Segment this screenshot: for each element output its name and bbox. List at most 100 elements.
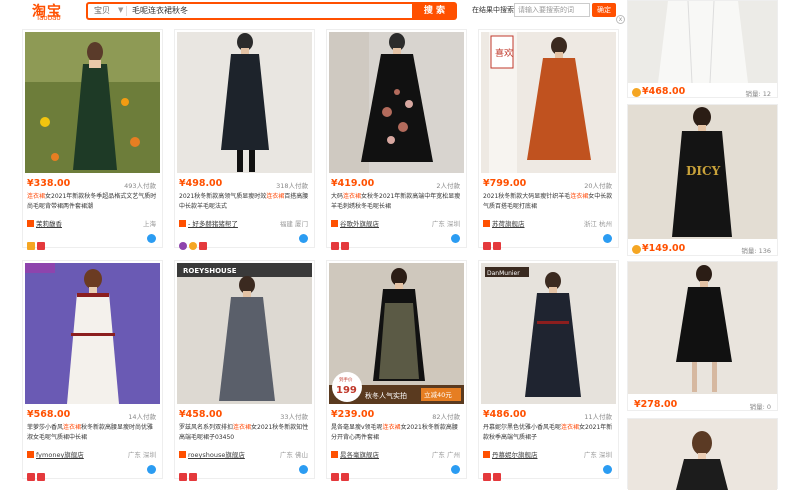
shop-link[interactable]: 茉莉馥香 bbox=[27, 218, 62, 228]
product-card[interactable]: ¥419.00 2人付款 大码连衣裙女秋冬2021年新款高端中年宽松显瘦羊毛刺绣… bbox=[326, 29, 467, 250]
recommend-card[interactable]: ¥468.00 销量: 12 bbox=[627, 0, 778, 98]
confirm-button[interactable]: 确定 bbox=[592, 3, 616, 17]
wangwang-chat-icon[interactable] bbox=[603, 234, 612, 243]
title-text[interactable]: 罗兹风名系列双排扣 bbox=[179, 424, 233, 431]
shop-name[interactable]: 苏荷旗舰店 bbox=[492, 220, 525, 228]
shop-link[interactable]: fymoney旗舰店 bbox=[27, 449, 84, 459]
chevron-down-icon[interactable]: ▼ bbox=[118, 6, 123, 14]
product-image[interactable] bbox=[628, 1, 777, 83]
product-card[interactable]: 喜欢 ¥799.00 20人付款 2021秋冬新款大码显瘦针织羊毛连衣裙女中长款… bbox=[478, 29, 619, 250]
shop-icon bbox=[331, 220, 338, 227]
wangwang-chat-icon[interactable] bbox=[603, 465, 612, 474]
shop-link[interactable]: roeyshouse旗舰店 bbox=[179, 449, 245, 459]
shop-link[interactable]: 晁各毫旗舰店 bbox=[331, 449, 379, 459]
product-image[interactable]: DICY bbox=[628, 105, 777, 239]
shop-name[interactable]: 谷歌外旗舰店 bbox=[340, 220, 379, 228]
title-highlight[interactable]: 连衣裙 bbox=[343, 193, 361, 200]
badges bbox=[179, 466, 199, 481]
shop-link[interactable]: 谷歌外旗舰店 bbox=[331, 218, 379, 228]
wangwang-chat-icon[interactable] bbox=[451, 234, 460, 243]
product-price: ¥458.00 bbox=[179, 409, 223, 420]
shop-name[interactable]: - 好多赫猪猪帮了 bbox=[188, 220, 238, 228]
search-input[interactable]: 毛呢连衣裙秋冬 bbox=[132, 5, 188, 16]
search-scope[interactable]: 宝贝 bbox=[94, 5, 110, 16]
product-card[interactable]: ROEYSHOUSE ¥458.00 33人付款 罗兹风名系列双排扣连衣裙女20… bbox=[174, 260, 315, 481]
product-card[interactable]: ¥498.00 318人付款 2021秋冬新款高领气质显瘦时效连衣裙百搭高腰中长… bbox=[174, 29, 315, 250]
product-image[interactable] bbox=[25, 263, 160, 404]
product-image[interactable] bbox=[177, 32, 312, 173]
title-highlight[interactable]: 连衣裙 bbox=[561, 424, 579, 431]
wangwang-chat-icon[interactable] bbox=[147, 234, 156, 243]
brand-logo-text: ROEYSHOUSE bbox=[183, 267, 237, 275]
wangwang-chat-icon[interactable] bbox=[451, 465, 460, 474]
product-image[interactable] bbox=[329, 32, 464, 173]
search-button[interactable]: 搜 索 bbox=[412, 2, 457, 20]
title-highlight[interactable]: 连衣裙 bbox=[63, 424, 81, 431]
title-highlight[interactable]: 连衣裙 bbox=[233, 424, 251, 431]
product-title[interactable]: 晁各毫显瘦v领毛呢连衣裙女2021秋冬新款高腰分开背心两件套裙 bbox=[331, 423, 463, 443]
shop-name[interactable]: fymoney旗舰店 bbox=[36, 451, 84, 459]
product-title[interactable]: 2021秋冬新款高领气质显瘦时效连衣裙百搭高腰中长款羊毛呢法式 bbox=[179, 192, 311, 212]
deal-count: 493人付款 bbox=[124, 182, 156, 190]
taobao-logo[interactable]: 淘宝 Taobao bbox=[30, 1, 80, 23]
recommend-card[interactable] bbox=[627, 418, 778, 490]
product-card[interactable]: ¥338.00 493人付款 连衣裙女2021年新款秋冬季超品格式文艺气质时尚毛… bbox=[22, 29, 163, 250]
product-price: ¥149.00 bbox=[642, 243, 686, 254]
title-text[interactable]: 2021秋冬新款高领气质显瘦时效 bbox=[179, 193, 266, 200]
title-text[interactable]: 2021秋冬新款大码显瘦针织羊毛 bbox=[483, 193, 570, 200]
shop-icon bbox=[27, 220, 34, 227]
title-text[interactable]: 女2021年新款秋冬季超品格式文艺气质时尚毛呢背带裙两件套裙潮 bbox=[27, 193, 156, 210]
search-within-input[interactable]: 请输入要搜索的词 bbox=[514, 3, 590, 17]
shop-name[interactable]: roeyshouse旗舰店 bbox=[188, 451, 245, 459]
gift-badge-icon bbox=[189, 473, 197, 481]
promo-price-text: 199 bbox=[336, 385, 357, 396]
shop-link[interactable]: - 好多赫猪猪帮了 bbox=[179, 218, 238, 228]
location: 福建 厦门 bbox=[279, 220, 308, 228]
shop-link[interactable]: 苏荷旗舰店 bbox=[483, 218, 525, 228]
wangwang-chat-icon[interactable] bbox=[299, 465, 308, 474]
product-title[interactable]: 菲萝莎小香风连衣裙秋冬新款高腰显瘦时尚优雅淑女毛呢气质裙中长裙 bbox=[27, 423, 159, 443]
shop-name[interactable]: 丹慕妮尔旗舰店 bbox=[492, 451, 538, 459]
title-text[interactable]: 菲萝莎小香风 bbox=[27, 424, 63, 431]
title-highlight[interactable]: 连衣裙 bbox=[27, 193, 45, 200]
logo-en: Taobao bbox=[36, 14, 61, 22]
recommend-card[interactable]: ¥278.00 销量: 0 bbox=[627, 261, 778, 411]
product-image[interactable]: DanMunier bbox=[481, 263, 616, 404]
product-title[interactable]: 丹慕妮尔黑色优雅小香风毛呢连衣裙女2021年新款秋季高端气质裙子 bbox=[483, 423, 615, 443]
product-image[interactable] bbox=[628, 262, 777, 394]
product-image[interactable]: ROEYSHOUSE bbox=[177, 263, 312, 404]
wangwang-chat-icon[interactable] bbox=[147, 465, 156, 474]
wangwang-chat-icon[interactable] bbox=[299, 234, 308, 243]
gift-badge-icon bbox=[493, 242, 501, 250]
product-title[interactable]: 2021秋冬新款大码显瘦针织羊毛连衣裙女中长款气质百搭毛呢打底裙 bbox=[483, 192, 615, 212]
title-text[interactable]: 丹慕妮尔黑色优雅小香风毛呢 bbox=[483, 424, 561, 431]
search-box[interactable]: 宝贝 ▼ 毛呢连衣裙秋冬 bbox=[86, 2, 414, 20]
tmall-badge-icon bbox=[331, 473, 339, 481]
badges bbox=[27, 466, 47, 481]
product-price: ¥568.00 bbox=[27, 409, 71, 420]
product-image[interactable]: 秋冬人气实拍 立减40元 到手价 199 bbox=[329, 263, 464, 404]
product-title[interactable]: 连衣裙女2021年新款秋冬季超品格式文艺气质时尚毛呢背带裙两件套裙潮 bbox=[27, 192, 159, 212]
divider bbox=[126, 6, 127, 16]
shop-name[interactable]: 茉莉馥香 bbox=[36, 220, 62, 228]
title-highlight[interactable]: 连衣裙 bbox=[570, 193, 588, 200]
product-image[interactable]: 喜欢 bbox=[481, 32, 616, 173]
title-highlight[interactable]: 连衣裙 bbox=[383, 424, 401, 431]
product-card[interactable]: 秋冬人气实拍 立减40元 到手价 199 ¥239.00 82人付款 晁各毫显瘦v领毛… bbox=[326, 260, 467, 481]
product-title[interactable]: 罗兹风名系列双排扣连衣裙女2021秋冬新款知性高端毛呢裙子03450 bbox=[179, 423, 311, 443]
shop-link[interactable]: 丹慕妮尔旗舰店 bbox=[483, 449, 538, 459]
title-text[interactable]: 晁各毫显瘦v领毛呢 bbox=[331, 424, 383, 431]
gift-badge-icon bbox=[37, 473, 45, 481]
product-image[interactable] bbox=[25, 32, 160, 173]
recommend-card[interactable]: DICY ¥149.00 销量: 136 bbox=[627, 104, 778, 256]
product-price: ¥278.00 bbox=[634, 399, 678, 410]
title-text[interactable]: 大码 bbox=[331, 193, 343, 200]
product-image[interactable] bbox=[628, 419, 777, 490]
product-title[interactable]: 大码连衣裙女秋冬2021年新款高端中年宽松显瘦羊毛刺绣秋冬毛呢长裙 bbox=[331, 192, 463, 212]
product-price: ¥486.00 bbox=[483, 409, 527, 420]
product-card[interactable]: ¥568.00 14人付款 菲萝莎小香风连衣裙秋冬新款高腰显瘦时尚优雅淑女毛呢气… bbox=[22, 260, 163, 481]
title-highlight[interactable]: 连衣裙 bbox=[266, 193, 284, 200]
shop-name[interactable]: 晁各毫旗舰店 bbox=[340, 451, 379, 459]
close-icon[interactable]: x bbox=[616, 15, 625, 24]
product-card[interactable]: DanMunier ¥486.00 11人付款 丹慕妮尔黑色优雅小香风毛呢连衣裙… bbox=[478, 260, 619, 481]
